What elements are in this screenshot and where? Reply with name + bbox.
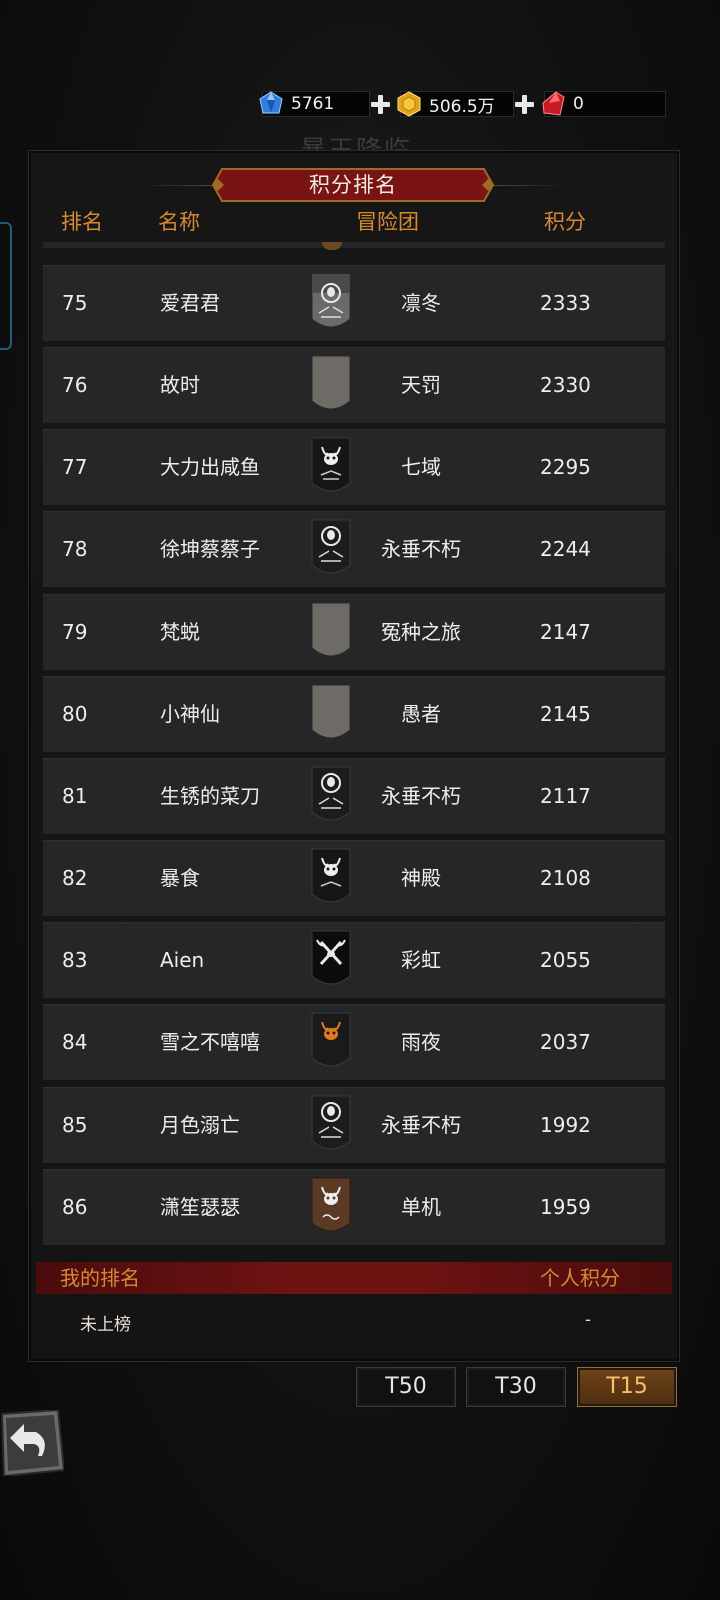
row-score: 2055 — [540, 948, 591, 972]
row-team: 永垂不朽 — [381, 1113, 461, 1137]
row-score: 2244 — [540, 537, 591, 561]
brown-demon-flag-icon — [311, 1177, 351, 1232]
header-score: 积分 — [544, 210, 586, 234]
row-name: 雪之不嘻嘻 — [160, 1030, 260, 1054]
table-row[interactable]: 86 潇笙瑟瑟 单机 1959 — [43, 1169, 665, 1245]
banner-line-left — [140, 185, 220, 186]
row-name: 徐坤蔡蔡子 — [160, 537, 260, 561]
row-rank: 75 — [62, 291, 88, 315]
row-name: 小神仙 — [160, 702, 220, 726]
row-team: 雨夜 — [401, 1030, 441, 1054]
black-demon-flag-icon — [311, 437, 351, 492]
add-blue-gem-button[interactable] — [370, 94, 390, 114]
row-rank: 78 — [62, 537, 88, 561]
tab-t15[interactable]: T15 — [577, 1367, 677, 1407]
previous-row-edge — [43, 242, 665, 248]
table-row[interactable]: 79 梵蜕 冤种之旅 2147 — [43, 594, 665, 670]
row-team: 彩虹 — [401, 948, 441, 972]
banner-line-right — [486, 185, 566, 186]
table-row[interactable]: 75 爱君君 凛冬 2333 — [43, 265, 665, 341]
row-name: 月色溺亡 — [160, 1113, 240, 1137]
row-rank: 77 — [62, 455, 88, 479]
table-row[interactable]: 81 生锈的菜刀 永垂不朽 2117 — [43, 758, 665, 834]
table-row[interactable]: 77 大力出咸鱼 七域 2295 — [43, 429, 665, 505]
row-name: 暴食 — [160, 866, 200, 890]
tab-t50[interactable]: T50 — [356, 1367, 456, 1407]
row-name: 生锈的菜刀 — [160, 784, 260, 808]
row-team: 愚者 — [401, 702, 441, 726]
row-team: 永垂不朽 — [381, 537, 461, 561]
panel-title: 积分排名 — [309, 173, 397, 197]
row-score: 2330 — [540, 373, 591, 397]
blue-gem-icon — [259, 91, 283, 114]
orange-demon-flag-icon — [311, 1012, 351, 1067]
black-skull-flag-icon — [311, 766, 351, 821]
table-row[interactable]: 85 月色溺亡 永垂不朽 1992 — [43, 1087, 665, 1163]
header-rank: 排名 — [61, 210, 103, 234]
row-team: 天罚 — [401, 373, 441, 397]
row-score: 2333 — [540, 291, 591, 315]
row-score: 1959 — [540, 1195, 591, 1219]
row-name: 大力出咸鱼 — [160, 455, 260, 479]
gold-coin-icon — [397, 91, 421, 117]
row-team: 神殿 — [401, 866, 441, 890]
blank-gray-flag-icon — [311, 355, 351, 410]
row-team: 凛冬 — [401, 291, 441, 315]
blank-gray-flag-icon — [311, 684, 351, 739]
row-rank: 81 — [62, 784, 88, 808]
row-score: 1992 — [540, 1113, 591, 1137]
white-skull-flag-icon — [311, 273, 351, 328]
background-side-tab — [0, 222, 12, 350]
row-name: 潇笙瑟瑟 — [160, 1195, 240, 1219]
header-name: 名称 — [158, 210, 200, 234]
red-gem-icon — [542, 91, 565, 116]
row-team: 七域 — [401, 455, 441, 479]
row-rank: 84 — [62, 1030, 88, 1054]
row-score: 2295 — [540, 455, 591, 479]
row-rank: 86 — [62, 1195, 88, 1219]
my-rank-value: 未上榜 — [80, 1315, 131, 1335]
add-gold-button[interactable] — [514, 94, 534, 114]
personal-score-label: 个人积分 — [540, 1266, 620, 1290]
gold-currency: 506.5万 — [396, 91, 514, 117]
row-team: 永垂不朽 — [381, 784, 461, 808]
my-rank-label: 我的排名 — [60, 1266, 140, 1290]
my-score-value: - — [585, 1310, 592, 1330]
row-rank: 79 — [62, 620, 88, 644]
row-team: 单机 — [401, 1195, 441, 1219]
back-button[interactable] — [0, 1410, 64, 1476]
row-name: 梵蜕 — [160, 620, 200, 644]
table-row[interactable]: 83 Aien 彩虹 2055 — [43, 922, 665, 998]
row-score: 2108 — [540, 866, 591, 890]
row-rank: 76 — [62, 373, 88, 397]
row-rank: 80 — [62, 702, 88, 726]
row-score: 2147 — [540, 620, 591, 644]
row-rank: 83 — [62, 948, 88, 972]
row-rank: 85 — [62, 1113, 88, 1137]
red-gem-currency: 0 — [540, 91, 666, 117]
black-skull-flag-icon — [311, 519, 351, 574]
table-row[interactable]: 82 暴食 神殿 2108 — [43, 840, 665, 916]
blue-gem-currency: 5761 — [258, 91, 370, 117]
row-rank: 82 — [62, 866, 88, 890]
row-team: 冤种之旅 — [381, 620, 461, 644]
currency-bar: 5761 506.5万 0 — [258, 88, 676, 120]
blank-gray-flag-icon — [311, 602, 351, 657]
row-score: 2037 — [540, 1030, 591, 1054]
row-name: 爱君君 — [160, 291, 220, 315]
black-demon-flag-icon — [311, 848, 351, 903]
tab-t30[interactable]: T30 — [466, 1367, 566, 1407]
row-name: 故时 — [160, 373, 200, 397]
row-name: Aien — [160, 948, 205, 972]
table-row[interactable]: 76 故时 天罚 2330 — [43, 347, 665, 423]
table-row[interactable]: 84 雪之不嘻嘻 雨夜 2037 — [43, 1004, 665, 1080]
black-axe-flag-icon — [311, 930, 351, 985]
black-skull-flag-icon — [311, 1095, 351, 1150]
header-team: 冒险团 — [356, 210, 419, 234]
table-row[interactable]: 80 小神仙 愚者 2145 — [43, 676, 665, 752]
row-score: 2145 — [540, 702, 591, 726]
row-score: 2117 — [540, 784, 591, 808]
table-row[interactable]: 78 徐坤蔡蔡子 永垂不朽 2244 — [43, 511, 665, 587]
